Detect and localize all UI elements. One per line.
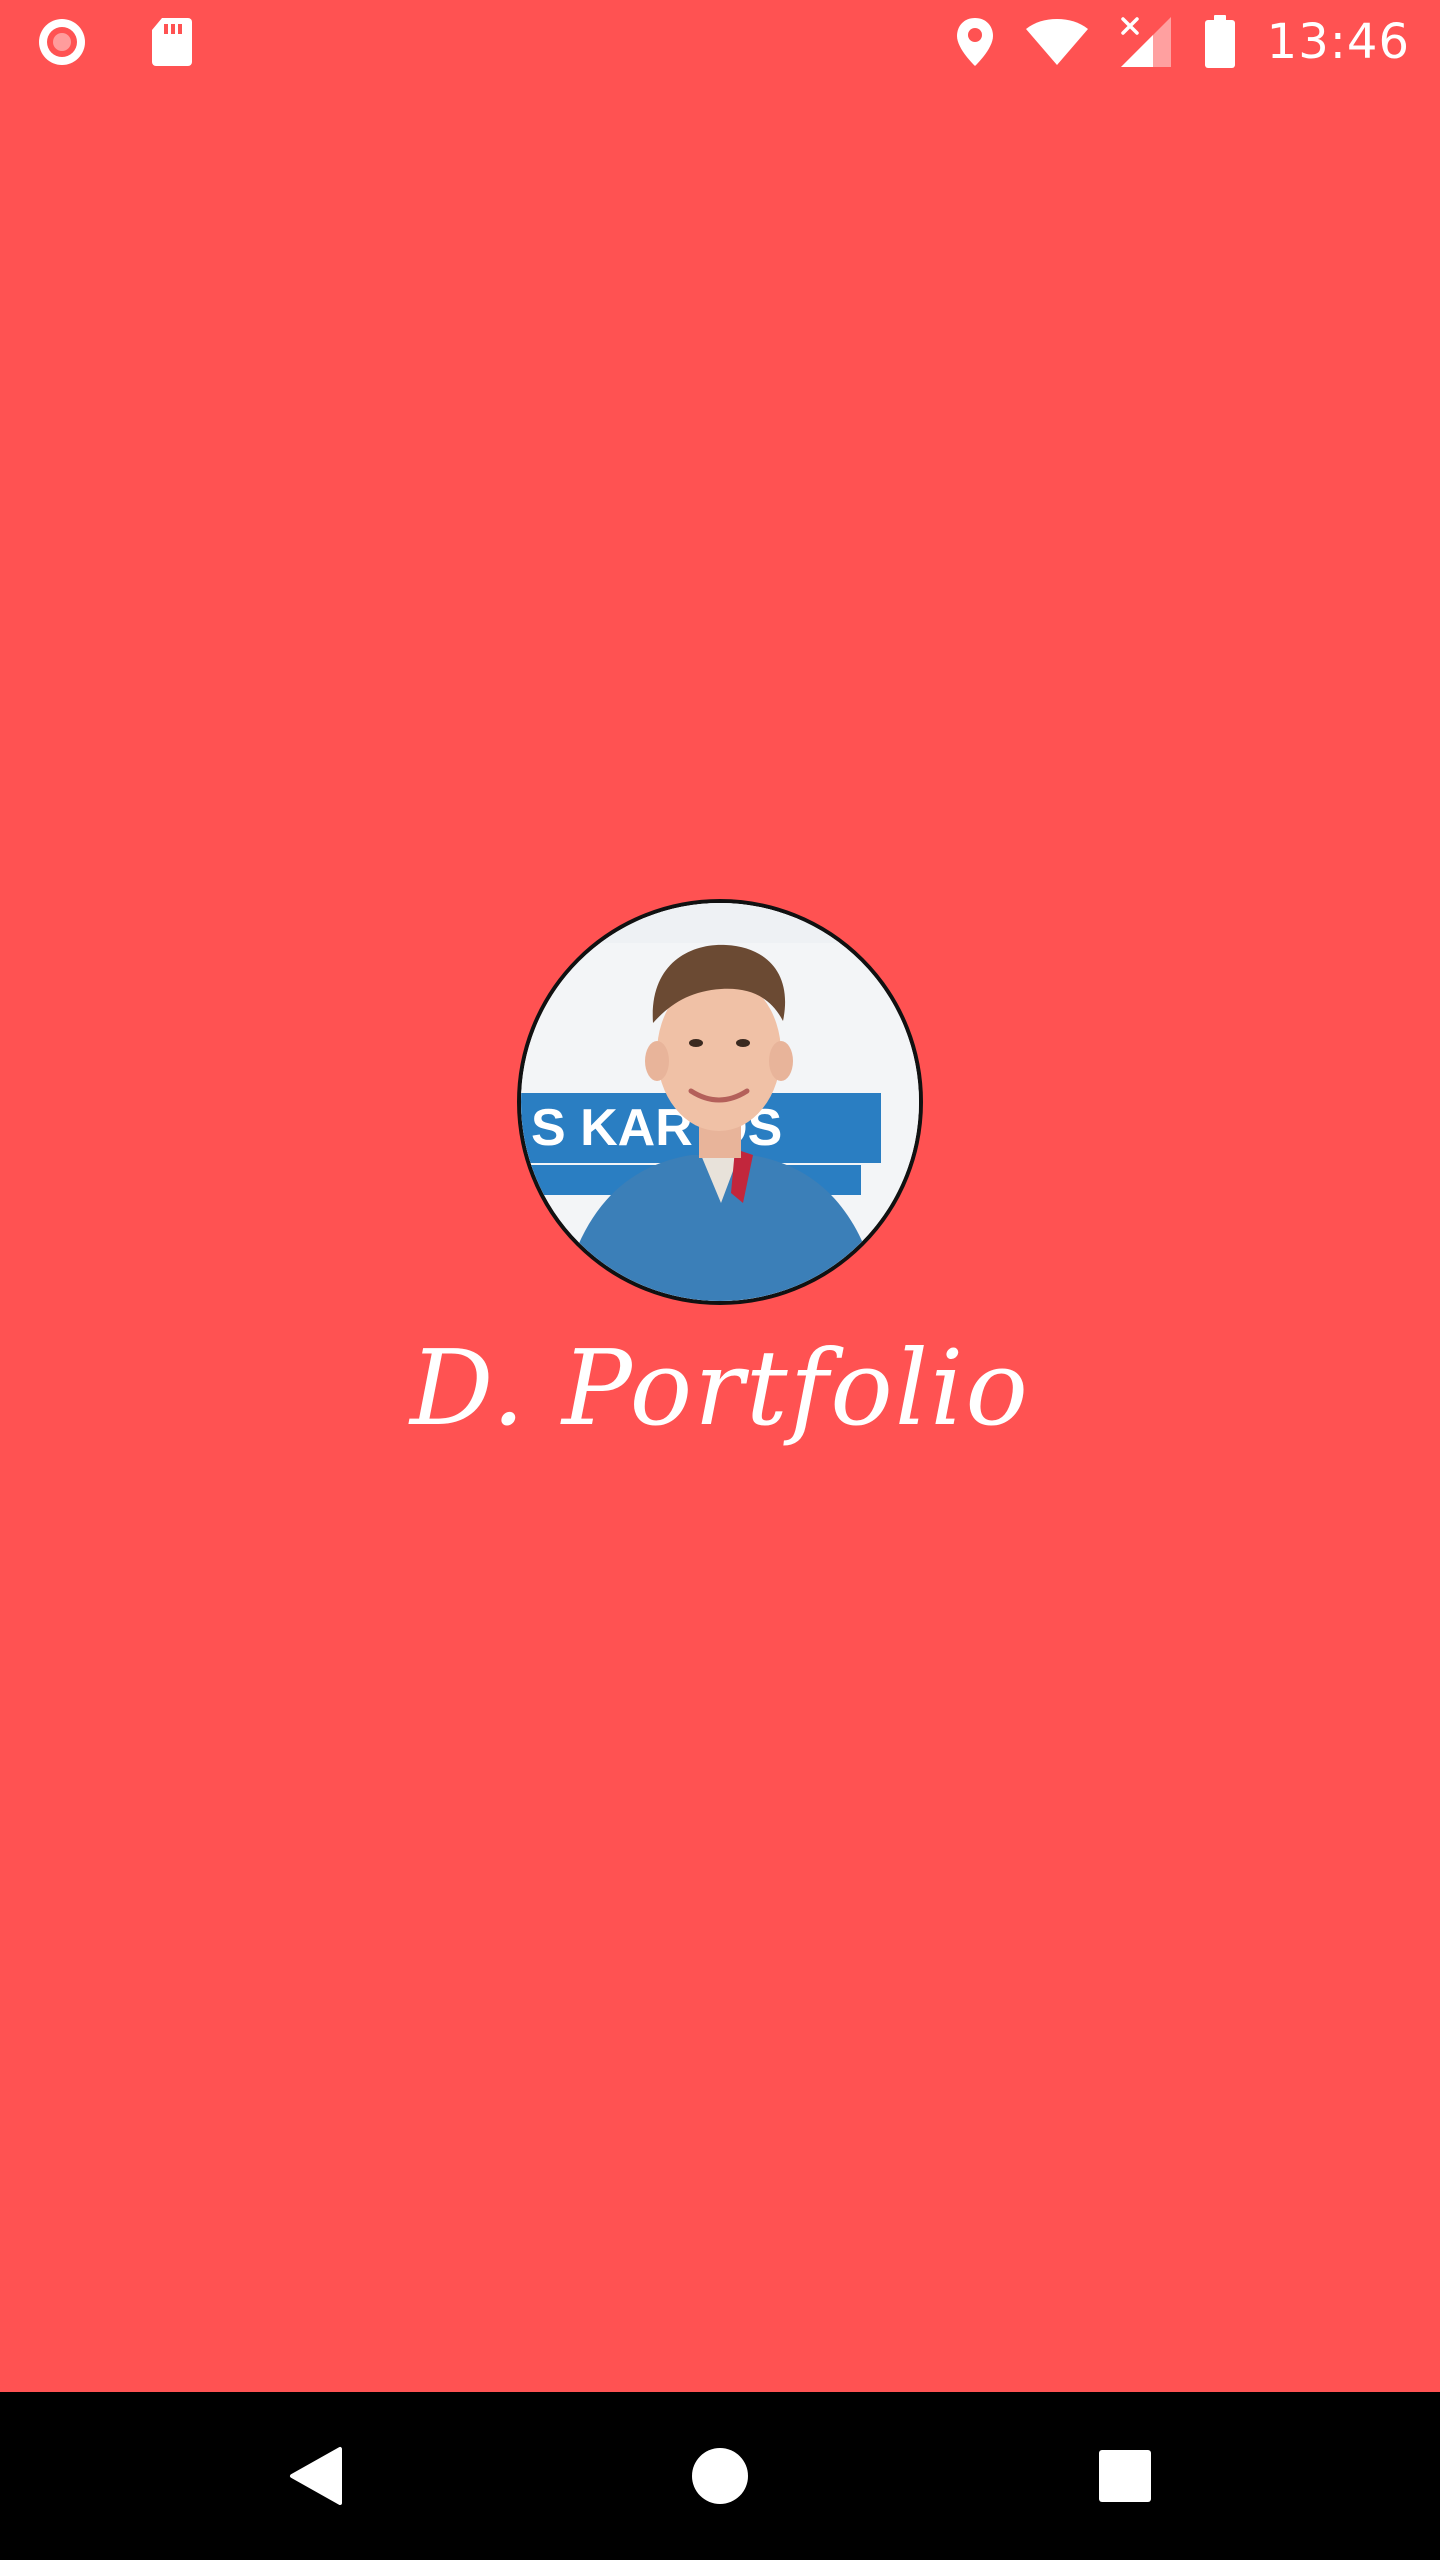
back-icon xyxy=(288,2445,344,2507)
navigation-bar xyxy=(0,2392,1440,2560)
recents-icon xyxy=(1098,2449,1152,2503)
home-icon xyxy=(690,2446,750,2506)
recents-button[interactable] xyxy=(1025,2392,1225,2560)
back-button[interactable] xyxy=(216,2392,416,2560)
splash-content: S KAR OS D. Portfolio xyxy=(0,0,1440,2392)
profile-photo: S KAR OS xyxy=(521,903,919,1301)
avatar: S KAR OS xyxy=(517,899,923,1305)
home-button[interactable] xyxy=(620,2392,820,2560)
splash-screen: 13:46 S KAR OS D. Portfolio xyxy=(0,0,1440,2560)
app-title: D. Portfolio xyxy=(410,1327,1030,1449)
